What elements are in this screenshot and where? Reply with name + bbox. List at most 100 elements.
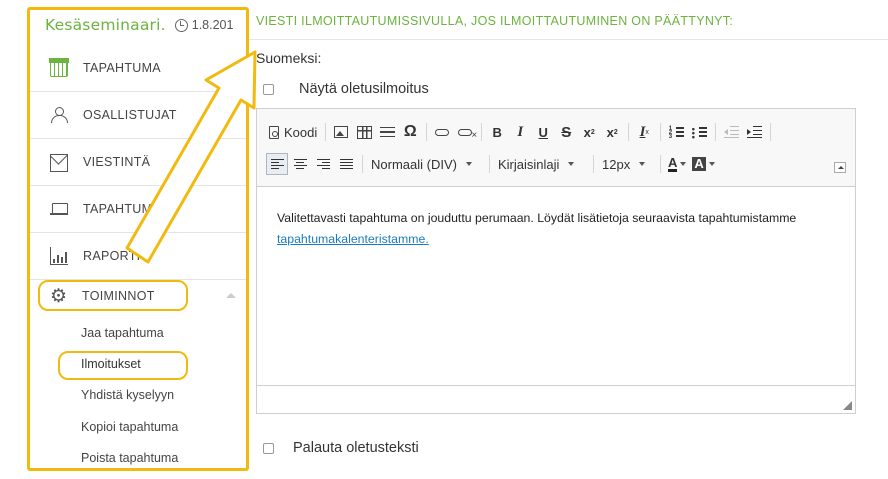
restore-default-checkbox[interactable] (263, 442, 274, 454)
main-content: VIESTI ILMOITTAUTUMISSIVULLA, JOS ILMOIT… (249, 0, 888, 479)
editor-toolbar: Koodi Ω B I U S x2 x2 (257, 109, 855, 187)
indent-button[interactable] (743, 121, 765, 143)
image-button[interactable] (330, 121, 352, 143)
editor-content[interactable]: Valitettavasti tapahtuma on jouduttu per… (277, 208, 847, 250)
show-default-checkbox[interactable] (263, 83, 274, 95)
align-justify-button[interactable] (335, 153, 357, 175)
toolbar-separator (593, 155, 594, 173)
editor-content-text: Valitettavasti tapahtuma on jouduttu per… (277, 211, 797, 225)
indent-icon (746, 126, 762, 139)
bg-color-icon: A (692, 156, 706, 171)
restore-default-row[interactable]: Palauta oletusteksti (263, 438, 419, 458)
subscript-button[interactable]: x2 (578, 121, 600, 143)
sidebar-item-label: TAPAHTUMAS (83, 202, 170, 216)
event-header: Kesäseminaari. 1.8.201 (45, 12, 246, 38)
align-left-icon (270, 158, 284, 170)
show-default-row[interactable]: Näytä oletusilmoitus (263, 79, 429, 99)
sidebar: Kesäseminaari. 1.8.201 TAPAHTUMA OSALLIS… (27, 7, 249, 471)
toolbar-row-1: Koodi Ω B I U S x2 x2 (266, 120, 775, 144)
source-button-label: Koodi (284, 124, 318, 140)
font-size-select[interactable]: 12px (598, 153, 656, 175)
align-right-icon (316, 158, 330, 170)
show-default-label: Näytä oletusilmoitus (299, 81, 429, 97)
event-date: 1.8.201 (191, 18, 234, 32)
superscript-base: x (606, 124, 614, 140)
underline-button[interactable]: U (532, 121, 554, 143)
bold-button[interactable]: B (486, 121, 508, 143)
link-button[interactable] (431, 121, 453, 143)
font-select[interactable]: Kirjaisinlaji (494, 153, 589, 175)
superscript-index: 2 (613, 128, 618, 136)
caret-up-icon[interactable] (226, 293, 236, 298)
align-right-button[interactable] (312, 153, 334, 175)
align-justify-icon (339, 158, 353, 170)
language-label: Suomeksi: (256, 50, 322, 66)
image-icon (334, 126, 349, 138)
align-left-button[interactable] (266, 153, 288, 175)
outdent-button[interactable] (720, 121, 742, 143)
subnav-item-yhdista-kyselyyn[interactable]: Yhdistä kyselyyn (30, 380, 246, 411)
event-name[interactable]: Kesäseminaari. (45, 16, 166, 34)
sidebar-item-viestinta[interactable]: VIESTINTÄ (30, 139, 246, 186)
numbered-list-button[interactable]: 123 (665, 121, 687, 143)
sidebar-item-label: RAPORTI (83, 249, 141, 263)
mail-icon (50, 154, 68, 172)
unlink-button[interactable] (454, 121, 477, 143)
link-icon (435, 128, 450, 136)
horizontal-rule-button[interactable] (376, 121, 398, 143)
align-center-button[interactable] (289, 153, 311, 175)
toolbar-separator (660, 123, 662, 141)
numbered-list-icon: 123 (669, 126, 684, 140)
bulleted-list-icon: • • • (692, 125, 707, 142)
chevron-down-icon (708, 162, 715, 166)
restore-default-label: Palauta oletusteksti (293, 440, 419, 456)
toolbar-separator (660, 155, 661, 173)
sidebar-subnav: Jaa tapahtuma Ilmoitukset Yhdistä kysely… (30, 317, 246, 468)
toolbar-separator (481, 123, 483, 141)
clock-icon (174, 18, 188, 32)
chevron-down-icon (680, 162, 687, 166)
bulleted-list-button[interactable]: • • • (688, 121, 710, 143)
bar-chart-icon (50, 247, 68, 265)
highlight-ring-ilmoitukset (58, 351, 188, 380)
subscript-index: 2 (590, 128, 595, 136)
strikethrough-button[interactable]: S (555, 121, 577, 143)
subnav-item-kopioi-tapahtuma[interactable]: Kopioi tapahtuma (30, 411, 246, 442)
toolbar-separator (426, 123, 428, 141)
source-code-icon (269, 125, 279, 139)
laptop-icon (50, 200, 68, 218)
special-char-button[interactable]: Ω (399, 121, 421, 143)
toolbar-separator (628, 123, 630, 141)
remove-format-index: x (645, 128, 649, 136)
toolbar-separator (489, 155, 490, 173)
format-select-value: Normaali (DIV) (371, 156, 457, 172)
calendar-link[interactable]: tapahtumakalenteristamme. (277, 232, 429, 246)
sidebar-item-tapahtumasivu[interactable]: TAPAHTUMAS (30, 186, 246, 233)
remove-format-button[interactable]: Ix (633, 121, 655, 143)
italic-button[interactable]: I (509, 121, 531, 143)
sidebar-item-label: OSALLISTUJAT (83, 108, 177, 122)
bg-color-button[interactable]: A (689, 153, 717, 175)
section-title: VIESTI ILMOITTAUTUMISSIVULLA, JOS ILMOIT… (256, 14, 734, 28)
superscript-button[interactable]: x2 (601, 121, 623, 143)
table-button[interactable] (353, 121, 375, 143)
text-color-button[interactable]: A (665, 153, 689, 175)
subnav-item-jaa-tapahtuma[interactable]: Jaa tapahtuma (30, 317, 246, 348)
resize-handle-icon[interactable] (843, 401, 852, 410)
rich-text-editor: Koodi Ω B I U S x2 x2 (256, 108, 856, 414)
sidebar-item-osallistujat[interactable]: OSALLISTUJAT (30, 92, 246, 139)
sidebar-item-tapahtuma[interactable]: TAPAHTUMA (30, 45, 246, 92)
outdent-icon (723, 126, 739, 139)
align-center-icon (293, 158, 307, 170)
sidebar-item-raportit[interactable]: RAPORTI (30, 233, 246, 280)
toolbar-separator (715, 123, 717, 141)
collapse-toolbar-button[interactable] (834, 162, 846, 173)
toolbar-separator (325, 123, 327, 141)
format-select[interactable]: Normaali (DIV) (367, 153, 485, 175)
text-color-icon: A (668, 154, 678, 172)
subnav-item-poista-tapahtuma[interactable]: Poista tapahtuma (30, 442, 246, 468)
calendar-icon (49, 58, 69, 77)
font-select-value: Kirjaisinlaji (498, 156, 560, 172)
source-button[interactable]: Koodi (266, 121, 320, 143)
omega-icon: Ω (403, 123, 417, 140)
